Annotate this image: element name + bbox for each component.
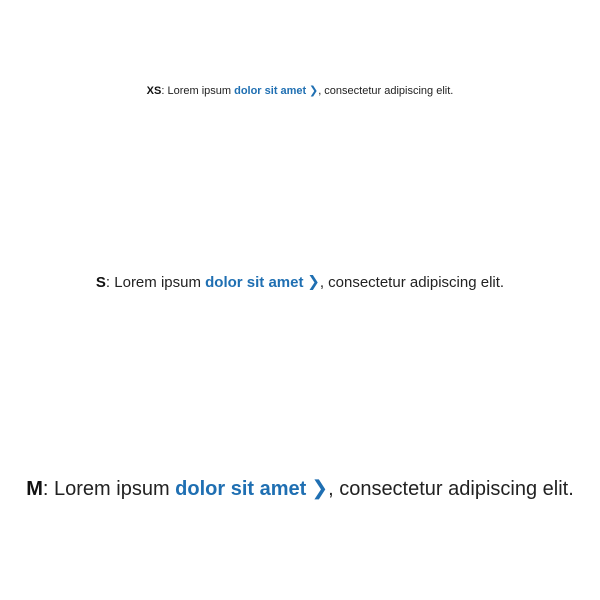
- link-text-xs: dolor sit amet: [234, 85, 307, 97]
- text-prefix-xs: : Lorem ipsum: [161, 85, 235, 97]
- inline-link-xs[interactable]: dolor sit amet ❯: [234, 84, 319, 97]
- text-prefix-m: : Lorem ipsum: [42, 478, 176, 500]
- size-label-xs: XS: [146, 85, 162, 97]
- text-suffix-m: , consectetur adipiscing elit.: [328, 478, 574, 500]
- inline-link-m[interactable]: dolor sit amet ❯: [175, 479, 328, 499]
- chevron-right-icon: ❯: [307, 273, 320, 291]
- link-text-m: dolor sit amet: [175, 478, 307, 500]
- example-xs: XS: Lorem ipsum dolor sit amet ❯, consect…: [0, 84, 600, 97]
- example-m: M: Lorem ipsum dolor sit amet ❯, consecte…: [0, 479, 600, 499]
- size-label-s: S: [95, 274, 106, 291]
- chevron-right-icon: ❯: [308, 84, 319, 97]
- text-suffix-s: , consectetur adipiscing elit.: [319, 274, 505, 291]
- inline-link-s[interactable]: dolor sit amet ❯: [205, 275, 320, 290]
- text-suffix-xs: , consectetur adipiscing elit.: [318, 85, 454, 97]
- size-label-m: M: [26, 478, 43, 500]
- text-prefix-s: : Lorem ipsum: [105, 274, 206, 291]
- chevron-right-icon: ❯: [311, 477, 329, 500]
- link-text-s: dolor sit amet: [205, 274, 304, 291]
- example-s: S: Lorem ipsum dolor sit amet ❯, consecte…: [0, 275, 600, 290]
